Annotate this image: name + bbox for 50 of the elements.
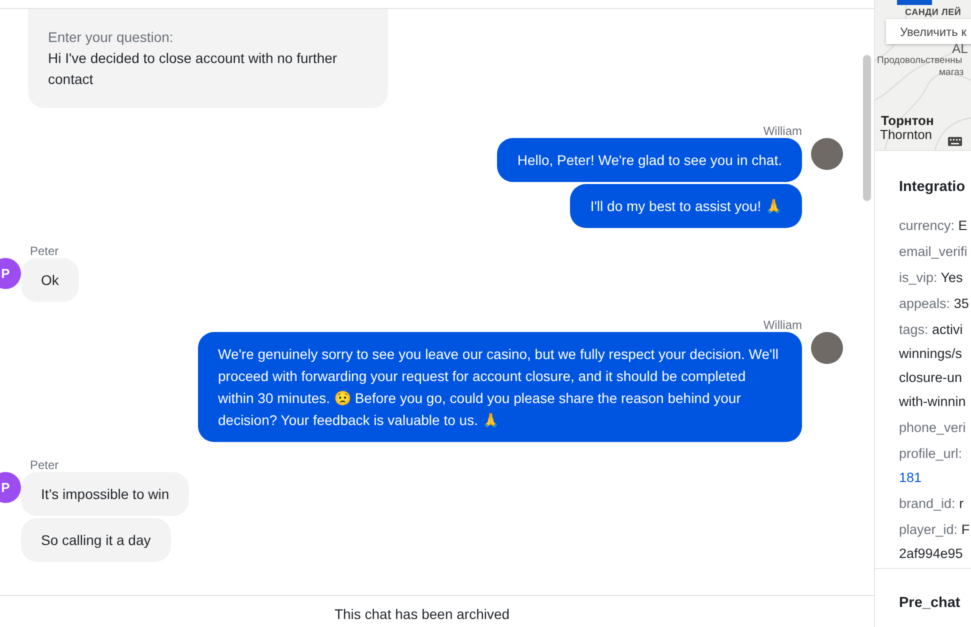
field-label: player_id: <box>899 522 958 537</box>
field-value: r <box>959 496 964 511</box>
field-value: F <box>961 522 970 537</box>
field-value: winnings/s <box>899 345 962 363</box>
message-bubble: Hello, Peter! We're glad to see you in chat. <box>497 138 802 182</box>
zoom-button[interactable]: Увеличить к <box>886 19 971 44</box>
map-tab-indicator <box>897 0 932 5</box>
map-label: Торнтон <box>881 113 934 128</box>
sender-name: Peter <box>30 244 60 258</box>
section-title: Integratio <box>899 179 966 195</box>
field-label: email_verifi <box>899 244 968 259</box>
field-label: tags: <box>899 322 928 337</box>
field-label: profile_url: <box>899 446 962 461</box>
message-bubble: It’s impossible to win <box>21 472 190 516</box>
field-label: brand_id: <box>899 496 956 511</box>
field-label: phone_veri <box>899 420 966 435</box>
field-label: appeals: <box>899 296 950 311</box>
field-value: 35 <box>954 296 969 311</box>
sender-name: William <box>763 124 802 138</box>
field-value: activi <box>932 322 963 337</box>
message-bubble: I'll do my best to assist you! 🙏 <box>570 184 802 228</box>
section-title: Pre_chat <box>899 595 960 611</box>
street-label: САНДИ ЛЕЙ <box>905 7 962 17</box>
scrollbar-thumb[interactable] <box>863 55 871 201</box>
question-label: Enter your question: <box>48 28 174 47</box>
map[interactable]: САНДИ ЛЕЙ Увеличить к AL Продовольственны магаз Торнтон Thornton <box>875 0 971 150</box>
field-value: with-winnin <box>899 393 966 411</box>
sender-name: Peter <box>30 458 60 472</box>
message-bubble: We're genuinely sorry to see you leave our casino, but we fully respect your decision. We'll proceed with forwarding your request for account closure, and it should be completed within 30 minutes. 😟 Before you go, could you please share the reason behind your decision? Your feedback is valuable to us. 🙏 <box>198 332 802 442</box>
avatar <box>811 138 843 170</box>
archived-notice: This chat has been archived <box>334 606 510 624</box>
field-label: is_vip: <box>899 270 938 285</box>
field-value: E <box>958 218 968 233</box>
avatar: P <box>0 472 21 503</box>
message-text: Hi I've decided to close account with no further contact <box>48 49 338 89</box>
field-value: closure-un <box>899 369 962 387</box>
field-label: currency: <box>899 218 955 233</box>
message-bubble: So calling it a day <box>21 518 171 562</box>
field-value: 2af994e95 <box>899 545 963 563</box>
avatar: P <box>0 258 21 289</box>
message-bubble: Ok <box>21 258 79 302</box>
keyboard-icon[interactable] <box>948 137 962 146</box>
map-label: магаз <box>939 67 964 78</box>
map-label: Thornton <box>880 127 932 142</box>
map-label: Продовольственны <box>877 55 962 66</box>
map-label: AL <box>952 41 968 56</box>
field-value: Yes <box>940 270 963 285</box>
avatar <box>811 332 843 364</box>
sender-name: William <box>763 318 802 332</box>
profile-link[interactable]: 181 <box>899 470 922 485</box>
